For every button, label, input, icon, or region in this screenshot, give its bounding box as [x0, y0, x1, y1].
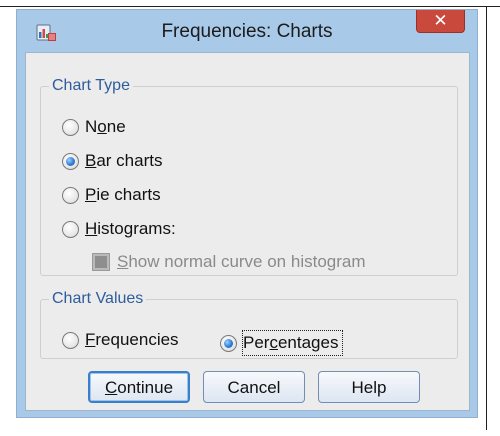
title-bar[interactable]: Frequencies: Charts ✕: [17, 10, 477, 52]
continue-button[interactable]: Continue: [88, 371, 190, 403]
top-border-line: [0, 6, 500, 7]
radio-histograms-label: Histograms:: [85, 219, 176, 238]
radio-percentages[interactable]: Percentages: [220, 330, 344, 356]
radio-pie-charts[interactable]: Pie charts: [62, 185, 161, 205]
radio-histograms[interactable]: Histograms:: [62, 219, 176, 239]
radio-bar-charts-indicator[interactable]: [62, 152, 79, 170]
radio-pie-charts-indicator[interactable]: [62, 186, 79, 204]
spss-chart-app-icon: [36, 24, 56, 41]
radio-bar-charts-label: Bar charts: [85, 151, 163, 170]
close-button[interactable]: ✕: [416, 10, 465, 33]
radio-frequencies-indicator[interactable]: [62, 331, 79, 349]
chart-type-group: Chart Type: [40, 77, 458, 276]
right-border-line: [486, 6, 487, 430]
chart-type-legend: Chart Type: [52, 77, 130, 94]
normal-curve-label: Show normal curve on histogram: [117, 252, 366, 271]
close-icon: ✕: [433, 11, 448, 30]
show-normal-curve-checkbox[interactable]: Show normal curve on histogram: [92, 252, 366, 272]
dialog-client-area: Chart Type None Bar charts Pie charts Hi…: [25, 52, 470, 411]
cancel-button[interactable]: Cancel: [203, 371, 305, 403]
radio-percentages-indicator[interactable]: [220, 334, 237, 352]
chart-values-legend: Chart Values: [52, 290, 144, 307]
radio-frequencies-label: Frequencies: [85, 330, 179, 349]
radio-none-indicator[interactable]: [62, 118, 79, 136]
radio-percentages-label: Percentages: [242, 330, 344, 356]
radio-bar-charts[interactable]: Bar charts: [62, 151, 162, 171]
radio-none-label: None: [85, 117, 126, 136]
radio-pie-charts-label: Pie charts: [85, 185, 161, 204]
normal-curve-checkbox-box[interactable]: [92, 253, 110, 271]
radio-frequencies[interactable]: Frequencies: [62, 330, 179, 350]
frequencies-charts-dialog: Frequencies: Charts ✕ Chart Type None Ba…: [16, 9, 478, 418]
help-button[interactable]: Help: [318, 371, 420, 403]
dialog-title: Frequencies: Charts: [161, 21, 333, 42]
radio-histograms-indicator[interactable]: [62, 220, 79, 238]
radio-none[interactable]: None: [62, 117, 126, 137]
